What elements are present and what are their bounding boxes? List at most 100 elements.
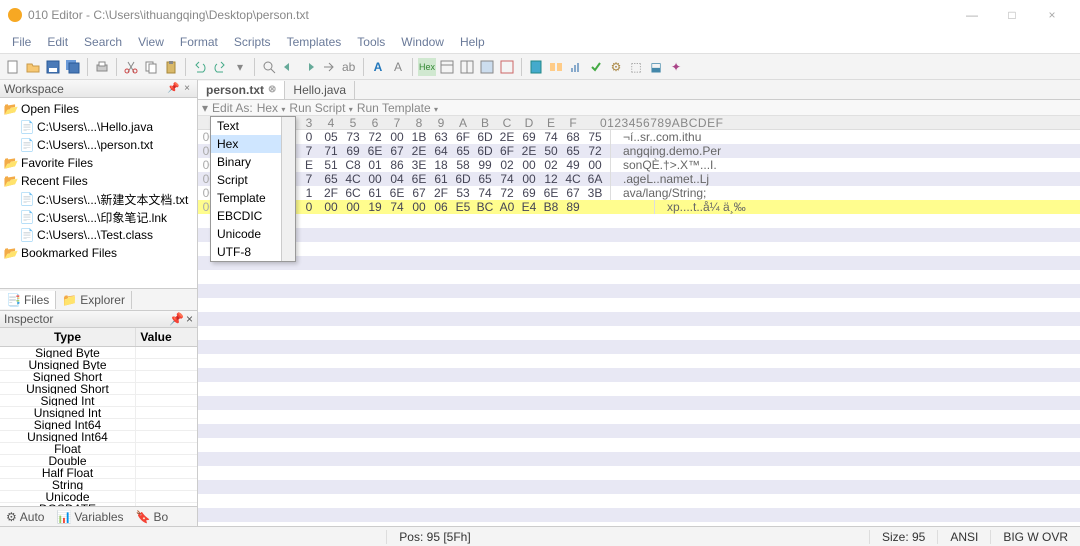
recent-files-node[interactable]: 📂Recent Files [2, 172, 195, 190]
font-icon[interactable]: A [369, 58, 387, 76]
menu-view[interactable]: View [130, 35, 172, 49]
tab-files[interactable]: 📑Files [0, 291, 56, 309]
menu-format[interactable]: Format [172, 35, 226, 49]
save-all-icon[interactable] [64, 58, 82, 76]
favorite-files-node[interactable]: 📂Favorite Files [2, 154, 195, 172]
inspector-row[interactable]: Unicode [0, 491, 197, 503]
find-icon[interactable] [260, 58, 278, 76]
hex-mode-icon[interactable]: Hex [418, 58, 436, 76]
goto-icon[interactable] [320, 58, 338, 76]
tab-person[interactable]: person.txt ⊗ [198, 81, 285, 99]
hex-row[interactable]: 00771696E672E64656D6F2E506572angqing.dem… [198, 144, 1080, 158]
menu-edit[interactable]: Edit [39, 35, 76, 49]
inspector-row[interactable]: String [0, 479, 197, 491]
run-script-dropdown[interactable]: Run Script ▾ [289, 101, 352, 115]
inspector-row[interactable]: Signed Int [0, 395, 197, 407]
bookmarked-files-node[interactable]: 📂Bookmarked Files [2, 244, 195, 262]
hex-row[interactable]: 000057372001B636F6D2E69746875¬í..sr..com… [198, 130, 1080, 144]
find-next-icon[interactable] [300, 58, 318, 76]
tab-hello[interactable]: Hello.java [285, 81, 355, 99]
save-icon[interactable] [44, 58, 62, 76]
hex-row[interactable]: 0012F6C616E672F537472696E673Bava/lang/St… [198, 186, 1080, 200]
calc-icon[interactable] [527, 58, 545, 76]
chevron-down-icon: ▾ [281, 105, 285, 114]
inspector-row[interactable]: Unsigned Byte [0, 359, 197, 371]
menu-window[interactable]: Window [393, 35, 452, 49]
col-type[interactable]: Type [0, 328, 136, 346]
tool2-icon[interactable]: ⬚ [627, 58, 645, 76]
panel-close-icon[interactable]: × [186, 312, 193, 326]
tab-bookmarks[interactable]: 🔖Bo [130, 508, 175, 526]
inspector-row[interactable]: Unsigned Int64 [0, 431, 197, 443]
tab-variables[interactable]: 📊Variables [50, 508, 129, 526]
tool4-icon[interactable]: ✦ [667, 58, 685, 76]
copy-icon[interactable] [142, 58, 160, 76]
new-icon[interactable] [4, 58, 22, 76]
open-icon[interactable] [24, 58, 42, 76]
cut-icon[interactable] [122, 58, 140, 76]
layout3-icon[interactable] [478, 58, 496, 76]
hex-row[interactable]: 00E51C801863E1858990200024900sonQÈ.†>.X™… [198, 158, 1080, 172]
paste-icon[interactable] [162, 58, 180, 76]
bottom-tabs: ⚙Auto 📊Variables 🔖Bo [0, 506, 197, 526]
file-node[interactable]: 📄C:\Users\...\person.txt [2, 136, 195, 154]
panel-close-icon[interactable]: × [181, 83, 193, 95]
open-files-node[interactable]: 📂Open Files [2, 100, 195, 118]
inspector-row[interactable]: Unsigned Short [0, 383, 197, 395]
file-node[interactable]: 📄C:\Users\...\印象笔记.lnk [2, 208, 195, 226]
tool1-icon[interactable]: ⚙ [607, 58, 625, 76]
find-prev-icon[interactable] [280, 58, 298, 76]
layout2-icon[interactable] [458, 58, 476, 76]
menubar: File Edit Search View Format Scripts Tem… [0, 30, 1080, 54]
scrollbar[interactable] [281, 117, 295, 261]
checksum-icon[interactable] [587, 58, 605, 76]
inspector-row[interactable]: Double [0, 455, 197, 467]
maximize-button[interactable]: □ [992, 8, 1032, 22]
print-icon[interactable] [93, 58, 111, 76]
vars-icon: 📊 [56, 510, 71, 524]
inspector-row[interactable]: Unsigned Int [0, 407, 197, 419]
file-icon: 📄 [20, 192, 34, 206]
inspector-row[interactable]: Signed Short [0, 371, 197, 383]
tab-auto[interactable]: ⚙Auto [0, 508, 50, 526]
redo-icon[interactable] [211, 58, 229, 76]
menu-help[interactable]: Help [452, 35, 493, 49]
font-dec-icon[interactable]: A [389, 58, 407, 76]
chevron-down-icon: ▾ [434, 105, 438, 114]
panel-pin-icon[interactable]: 📌 [167, 83, 179, 95]
tool3-icon[interactable]: ⬓ [647, 58, 665, 76]
menu-scripts[interactable]: Scripts [226, 35, 279, 49]
auto-icon: ⚙ [6, 510, 17, 524]
undo-icon[interactable] [191, 58, 209, 76]
compare-icon[interactable] [547, 58, 565, 76]
minimize-button[interactable]: — [952, 8, 992, 22]
hex-col-header: 3456789ABCDEF 0123456789ABCDEF [198, 116, 1080, 130]
panel-pin-icon[interactable]: 📌 [169, 312, 184, 326]
menu-search[interactable]: Search [76, 35, 130, 49]
close-button[interactable]: × [1032, 8, 1072, 22]
layout4-icon[interactable] [498, 58, 516, 76]
layout1-icon[interactable] [438, 58, 456, 76]
edit-as-dropdown[interactable]: Hex ▾ [257, 101, 286, 115]
inspector-row[interactable]: Half Float [0, 467, 197, 479]
file-node[interactable]: 📄C:\Users\...\Test.class [2, 226, 195, 244]
menu-file[interactable]: File [4, 35, 39, 49]
inspector-row[interactable]: Signed Int64 [0, 419, 197, 431]
col-value[interactable]: Value [136, 328, 176, 346]
hex-row[interactable]: 000000019740006E5BCA0E4B889xp....t..å¼ ä… [198, 200, 1080, 214]
dropdown-arrow-icon[interactable]: ▾ [231, 58, 249, 76]
run-template-dropdown[interactable]: Run Template ▾ [357, 101, 438, 115]
replace-icon[interactable]: ab [340, 58, 358, 76]
hex-row[interactable]: 007654C00046E616D657400124C6A.ageL..name… [198, 172, 1080, 186]
hex-editor[interactable]: 3456789ABCDEF 0123456789ABCDEF 000057372… [198, 116, 1080, 526]
inspector-row[interactable]: Signed Byte [0, 347, 197, 359]
inspector-row[interactable]: Float [0, 443, 197, 455]
menu-tools[interactable]: Tools [349, 35, 393, 49]
menu-templates[interactable]: Templates [279, 35, 350, 49]
tab-explorer[interactable]: 📁Explorer [56, 291, 132, 309]
file-node[interactable]: 📄C:\Users\...\新建文本文档.txt [2, 190, 195, 208]
folder-icon: 📂 [4, 102, 18, 116]
histogram-icon[interactable] [567, 58, 585, 76]
tab-close-icon[interactable]: ⊗ [268, 84, 276, 95]
file-node[interactable]: 📄C:\Users\...\Hello.java [2, 118, 195, 136]
